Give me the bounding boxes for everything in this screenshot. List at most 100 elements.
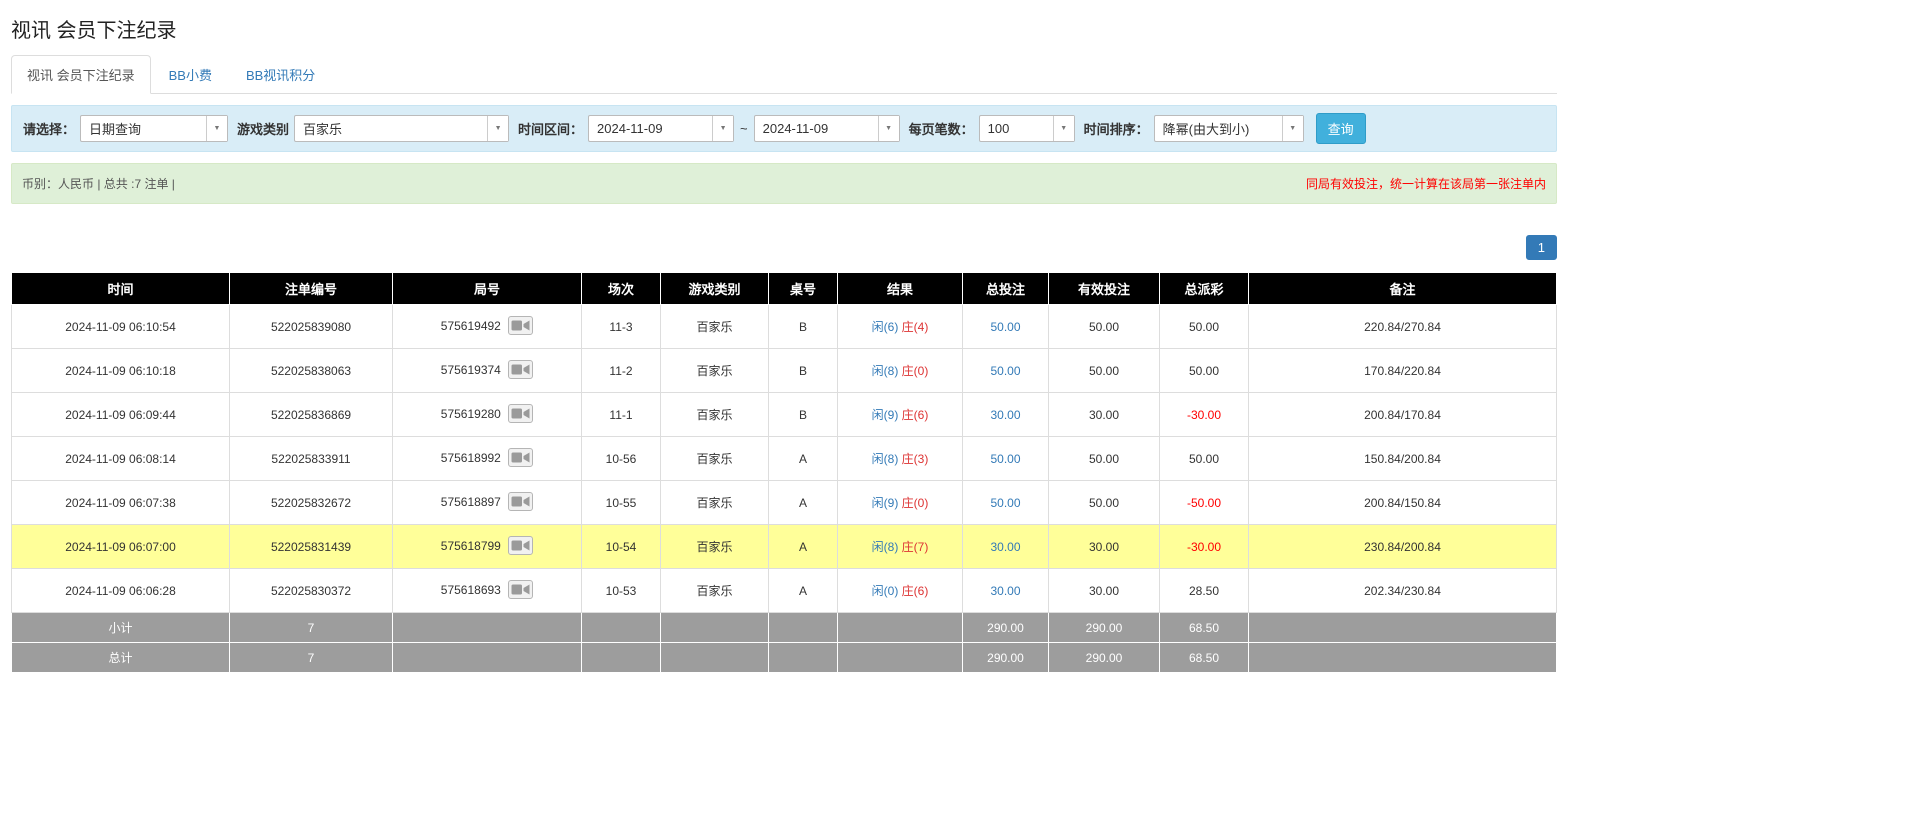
col-valid-bet: 有效投注 xyxy=(1049,273,1160,305)
cell-table-no: B xyxy=(769,305,838,349)
col-round-id: 局号 xyxy=(393,273,582,305)
date-to-value[interactable] xyxy=(755,116,878,141)
total-bet-link[interactable]: 50.00 xyxy=(990,320,1020,334)
cell-bet-id: 522025830372 xyxy=(230,569,393,613)
subtotal-row: 小计 7 290.00 290.00 68.50 xyxy=(12,613,1557,643)
video-replay-icon[interactable] xyxy=(508,404,533,426)
cell-session: 10-56 xyxy=(582,437,661,481)
cell-payout: -30.00 xyxy=(1160,525,1249,569)
betting-records-table: 时间 注单编号 局号 场次 游戏类别 桌号 结果 总投注 有效投注 总派彩 备注… xyxy=(11,272,1557,673)
cell-table-no: B xyxy=(769,349,838,393)
result-banker: 庄(0) xyxy=(902,496,929,510)
cell-game-type: 百家乐 xyxy=(661,393,769,437)
cell-game-type: 百家乐 xyxy=(661,305,769,349)
col-table-no: 桌号 xyxy=(769,273,838,305)
cell-session: 10-53 xyxy=(582,569,661,613)
video-replay-icon[interactable] xyxy=(508,448,533,470)
video-replay-icon[interactable] xyxy=(508,580,533,602)
cell-total-bet: 50.00 xyxy=(963,349,1049,393)
round-id-text: 575619280 xyxy=(441,407,501,421)
cell-time: 2024-11-09 06:06:28 xyxy=(12,569,230,613)
total-bet-link[interactable]: 30.00 xyxy=(990,540,1020,554)
video-replay-icon[interactable] xyxy=(508,316,533,338)
cell-round-id: 575618799 xyxy=(393,525,582,569)
subtotal-count: 7 xyxy=(230,613,393,643)
chevron-down-icon[interactable]: ▼ xyxy=(1053,116,1074,141)
tab-bb-points[interactable]: BB视讯积分 xyxy=(230,55,331,94)
cell-game-type: 百家乐 xyxy=(661,349,769,393)
notice-text: 同局有效投注，统一计算在该局第一张注单内 xyxy=(1306,175,1546,192)
chevron-down-icon[interactable]: ▼ xyxy=(206,116,227,141)
col-game-type: 游戏类别 xyxy=(661,273,769,305)
col-result: 结果 xyxy=(838,273,963,305)
cell-table-no: B xyxy=(769,393,838,437)
video-replay-icon[interactable] xyxy=(508,536,533,558)
cell-payout: -50.00 xyxy=(1160,481,1249,525)
total-bet-link[interactable]: 50.00 xyxy=(990,496,1020,510)
date-to-picker[interactable]: ▼ xyxy=(754,115,900,142)
chevron-down-icon[interactable]: ▼ xyxy=(878,116,899,141)
video-replay-icon[interactable] xyxy=(508,492,533,514)
date-from-value[interactable] xyxy=(589,116,712,141)
round-id-text: 575619492 xyxy=(441,319,501,333)
total-bet-link[interactable]: 30.00 xyxy=(990,408,1020,422)
result-banker: 庄(6) xyxy=(902,408,929,422)
cell-time: 2024-11-09 06:09:44 xyxy=(12,393,230,437)
col-bet-id: 注单编号 xyxy=(230,273,393,305)
col-session: 场次 xyxy=(582,273,661,305)
total-bet-link[interactable]: 50.00 xyxy=(990,364,1020,378)
search-button[interactable]: 查询 xyxy=(1316,113,1366,144)
page-size-select[interactable]: ▼ xyxy=(979,115,1075,142)
page-1-button[interactable]: 1 xyxy=(1526,235,1557,260)
main-container: 视讯 会员下注纪录 视讯 会员下注纪录 BB小费 BB视讯积分 请选择： ▼ 游… xyxy=(11,0,1557,673)
cell-game-type: 百家乐 xyxy=(661,525,769,569)
select-label: 请选择： xyxy=(23,119,75,138)
cell-valid-bet: 50.00 xyxy=(1049,437,1160,481)
table-row: 2024-11-09 06:06:28 522025830372 5756186… xyxy=(12,569,1557,613)
total-valid-bet: 290.00 xyxy=(1049,643,1160,673)
cell-valid-bet: 50.00 xyxy=(1049,305,1160,349)
round-id-text: 575618799 xyxy=(441,539,501,553)
game-type-value[interactable] xyxy=(295,116,487,141)
cell-payout: 50.00 xyxy=(1160,437,1249,481)
sort-order-select[interactable]: ▼ xyxy=(1154,115,1304,142)
game-type-select[interactable]: ▼ xyxy=(294,115,509,142)
cell-result: 闲(9) 庄(0) xyxy=(838,481,963,525)
sort-order-value[interactable] xyxy=(1155,116,1282,141)
cell-round-id: 575619492 xyxy=(393,305,582,349)
cell-valid-bet: 30.00 xyxy=(1049,569,1160,613)
result-banker: 庄(4) xyxy=(902,320,929,334)
video-replay-icon[interactable] xyxy=(508,360,533,382)
round-id-text: 575619374 xyxy=(441,363,501,377)
tab-betting-records[interactable]: 视讯 会员下注纪录 xyxy=(11,55,151,94)
result-player: 闲(8) xyxy=(872,364,899,378)
tab-bb-tips[interactable]: BB小费 xyxy=(153,55,228,94)
chevron-down-icon[interactable]: ▼ xyxy=(487,116,508,141)
query-type-select[interactable]: ▼ xyxy=(80,115,228,142)
cell-round-id: 575618992 xyxy=(393,437,582,481)
subtotal-total-bet: 290.00 xyxy=(963,613,1049,643)
cell-bet-id: 522025832672 xyxy=(230,481,393,525)
cell-bet-id: 522025838063 xyxy=(230,349,393,393)
cell-game-type: 百家乐 xyxy=(661,569,769,613)
total-total-bet: 290.00 xyxy=(963,643,1049,673)
cell-result: 闲(9) 庄(6) xyxy=(838,393,963,437)
cell-payout: -30.00 xyxy=(1160,393,1249,437)
table-row: 2024-11-09 06:08:14 522025833911 5756189… xyxy=(12,437,1557,481)
cell-valid-bet: 50.00 xyxy=(1049,349,1160,393)
cell-table-no: A xyxy=(769,481,838,525)
query-type-value[interactable] xyxy=(81,116,206,141)
cell-time: 2024-11-09 06:07:00 xyxy=(12,525,230,569)
cell-total-bet: 30.00 xyxy=(963,569,1049,613)
cell-total-bet: 30.00 xyxy=(963,525,1049,569)
cell-round-id: 575619280 xyxy=(393,393,582,437)
summary-bar: 币别：人民币 | 总共 :7 注单 | 同局有效投注，统一计算在该局第一张注单内 xyxy=(11,163,1557,204)
total-bet-link[interactable]: 30.00 xyxy=(990,584,1020,598)
chevron-down-icon[interactable]: ▼ xyxy=(1282,116,1303,141)
table-row: 2024-11-09 06:09:44 522025836869 5756192… xyxy=(12,393,1557,437)
page-size-value[interactable] xyxy=(980,116,1053,141)
total-bet-link[interactable]: 50.00 xyxy=(990,452,1020,466)
result-player: 闲(0) xyxy=(872,584,899,598)
chevron-down-icon[interactable]: ▼ xyxy=(712,116,733,141)
date-from-picker[interactable]: ▼ xyxy=(588,115,734,142)
